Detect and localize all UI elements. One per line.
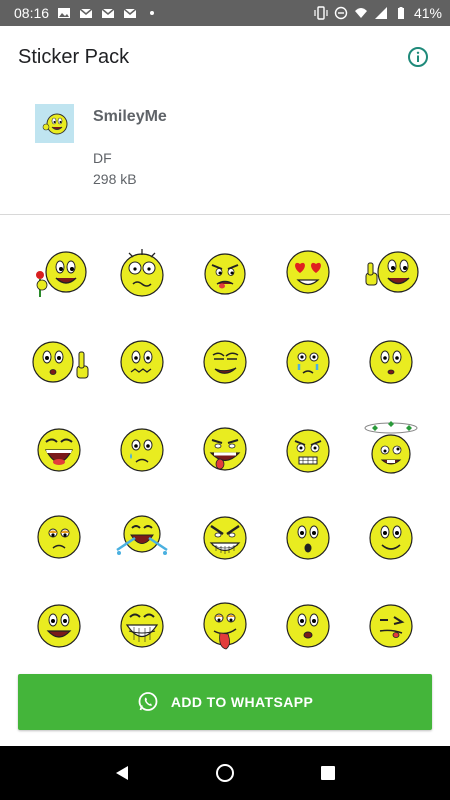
smiley-winking-tongue-icon: [368, 604, 413, 648]
sticker-cell[interactable]: [266, 316, 349, 404]
sticker-cell[interactable]: [184, 316, 267, 404]
gmail-icon: [101, 8, 115, 18]
sticker-cell[interactable]: [101, 228, 184, 316]
sticker-cell[interactable]: [266, 493, 349, 581]
sticker-cell[interactable]: [18, 582, 101, 670]
smiley-crying-icon: [286, 339, 330, 384]
pack-size: 298 kB: [93, 171, 137, 187]
pack-publisher: DF: [93, 150, 112, 166]
add-button-label: ADD TO WHATSAPP: [170, 694, 314, 710]
sticker-cell[interactable]: [349, 582, 432, 670]
smiley-heart-eyes-icon: [286, 250, 330, 294]
sticker-cell[interactable]: [184, 228, 267, 316]
sticker-cell[interactable]: [18, 228, 101, 316]
pack-name: SmileyMe: [93, 108, 167, 125]
sticker-cell[interactable]: [101, 405, 184, 493]
sticker-cell[interactable]: [18, 493, 101, 581]
sticker-cell[interactable]: [266, 405, 349, 493]
sticker-cell[interactable]: [349, 228, 432, 316]
smiley-dizzy-icon: [364, 420, 418, 474]
sticker-cell[interactable]: [101, 582, 184, 670]
smiley-pointing-up-icon: [32, 340, 89, 383]
gmail-icon: [79, 8, 93, 18]
sticker-cell[interactable]: [101, 493, 184, 581]
battery-icon: [397, 7, 404, 19]
battery-percent: 41%: [413, 5, 442, 21]
navigation-bar: [0, 746, 450, 800]
sticker-cell[interactable]: [266, 228, 349, 316]
smiley-gritting-teeth-icon: [286, 429, 330, 473]
smiley-scared-icon: [120, 249, 164, 297]
smiley-nervous-icon: [120, 339, 164, 384]
smiley-crying-laugh-icon: [116, 515, 168, 556]
smiley-with-rose-icon: [36, 251, 87, 298]
back-button[interactable]: [102, 753, 142, 793]
smiley-shocked-icon: [286, 516, 330, 560]
divider: [0, 214, 450, 215]
status-bar: 08:16 41%: [0, 0, 450, 26]
page-title: Sticker Pack: [18, 45, 130, 68]
sticker-cell[interactable]: [184, 582, 267, 670]
back-icon: [115, 766, 128, 780]
recents-button[interactable]: [308, 753, 348, 793]
sticker-cell[interactable]: [101, 316, 184, 404]
smiley-drunk-tongue-icon: [203, 602, 247, 650]
smiley-o-mouth-icon: [286, 604, 330, 648]
tray-icon: [35, 104, 74, 143]
image-icon: [58, 8, 71, 18]
sticker-grid: [18, 228, 432, 670]
dot-icon: [150, 11, 155, 15]
smiley-smile-icon: [368, 516, 413, 560]
home-icon: [215, 764, 234, 782]
recents-icon: [321, 766, 336, 780]
sticker-cell[interactable]: [349, 405, 432, 493]
smiley-smirk-icon: [203, 339, 247, 384]
sticker-cell[interactable]: [184, 405, 267, 493]
gmail-icon: [123, 8, 137, 18]
smiley-big-laugh-icon: [120, 604, 164, 648]
smiley-sad-tear-icon: [120, 428, 164, 472]
sticker-cell[interactable]: [349, 493, 432, 581]
dnd-icon: [334, 6, 348, 20]
sticker-cell[interactable]: [18, 316, 101, 404]
status-time: 08:16: [14, 5, 50, 21]
sticker-cell[interactable]: [349, 316, 432, 404]
smiley-angry-tongue-icon: [204, 253, 246, 295]
whatsapp-icon: [138, 692, 158, 711]
smiley-surprised-icon: [368, 339, 413, 384]
vibrate-icon: [314, 6, 328, 20]
add-to-whatsapp-button[interactable]: ADD TO WHATSAPP: [18, 674, 432, 730]
smiley-laughing-icon: [37, 428, 81, 472]
app-bar: Sticker Pack: [0, 26, 450, 88]
info-icon: [408, 47, 428, 67]
smiley-happy-icon: [37, 604, 81, 648]
smiley-sleepy-sad-icon: [37, 515, 81, 559]
smiley-thumbs-up-icon: [365, 251, 419, 293]
smiley-evil-grin-icon: [203, 516, 247, 560]
smiley-tray-icon: [42, 113, 67, 134]
smiley-crazy-tongue-icon: [203, 427, 247, 471]
sticker-cell[interactable]: [266, 582, 349, 670]
signal-icon: [374, 7, 387, 19]
home-button[interactable]: [205, 753, 245, 793]
info-button[interactable]: [404, 43, 432, 71]
sticker-cell[interactable]: [18, 405, 101, 493]
wifi-icon: [354, 8, 367, 18]
sticker-cell[interactable]: [184, 493, 267, 581]
pack-header: SmileyMe DF 298 kB: [0, 88, 450, 214]
